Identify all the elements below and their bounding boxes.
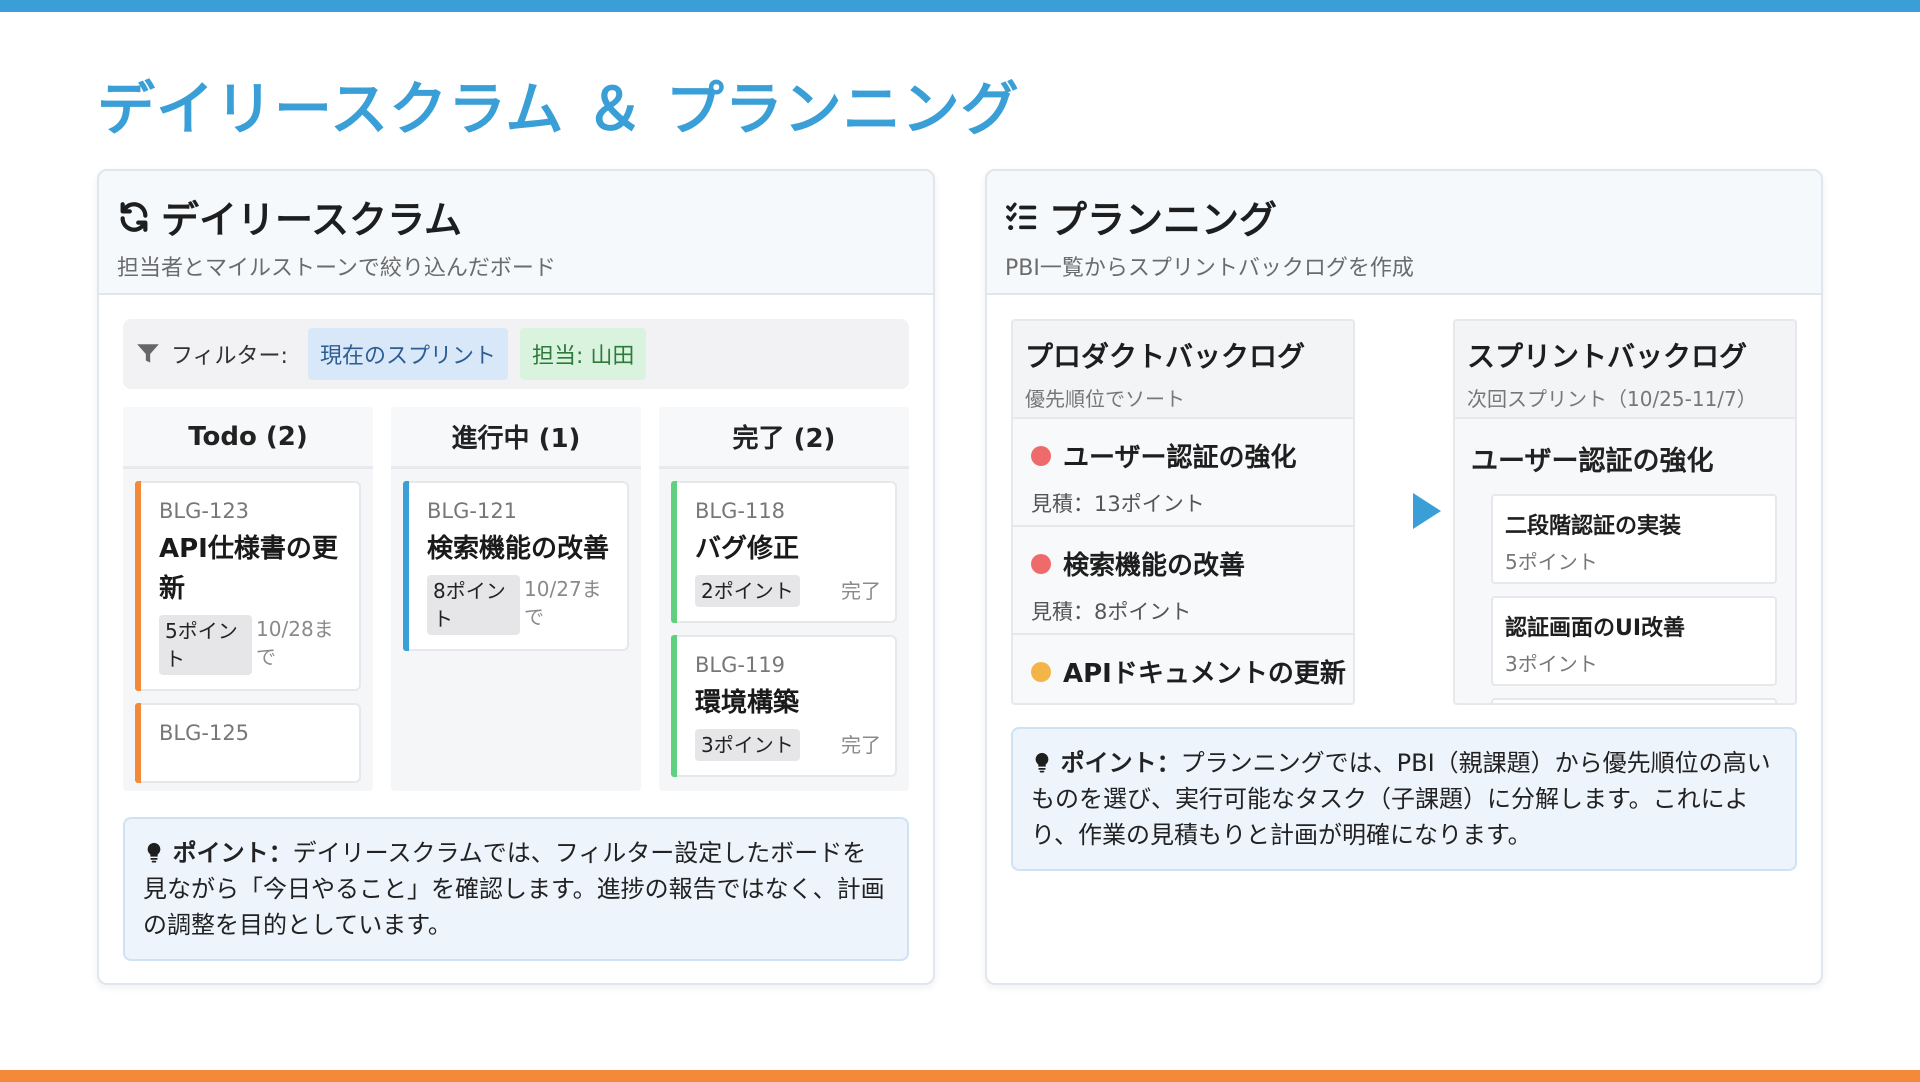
sync-icon (120, 201, 148, 232)
play-arrow-icon (1413, 493, 1441, 529)
kanban-card[interactable]: BLG-125 (135, 703, 361, 783)
bottom-accent-bar (0, 1070, 1920, 1082)
backlog-item[interactable]: 検索機能の改善 見積：8ポイント (1013, 527, 1353, 635)
priority-high-icon (1031, 445, 1051, 466)
product-backlog-title: プロダクトバックログ (1025, 340, 1306, 373)
backlog-item-estimate: 見積：8ポイント (1031, 600, 1192, 624)
filter-icon (137, 344, 159, 363)
filter-label: フィルター: (171, 344, 288, 369)
sprint-parent-item: ユーザー認証の強化 (1471, 446, 1714, 477)
card-title: 環境構築 (695, 688, 800, 718)
column-done: 完了 (2) BLG-118 バグ修正 2ポイント 完了 BLG-119 環境構… (659, 407, 909, 791)
lightbulb-icon (147, 842, 161, 863)
filter-bar: フィルター: 現在のスプリント 担当: 山田 (123, 319, 909, 389)
planning-subtitle: PBI一覧からスプリントバックログを作成 (1005, 256, 1414, 281)
card-id: BLG-119 (695, 653, 786, 677)
sprint-child-task[interactable]: 認証画面のUI改善 3ポイント (1491, 596, 1777, 686)
task-title: 二段階認証の実装 (1505, 514, 1682, 539)
backlog-item-title: APIドキュメントの更新 (1063, 659, 1346, 689)
filter-chip-current-sprint[interactable]: 現在のスプリント (307, 328, 508, 380)
planning-header: プランニング PBI一覧からスプリントバックログを作成 (987, 171, 1821, 295)
card-title: API仕様書の更新 (159, 534, 338, 604)
backlog-item-title: 検索機能の改善 (1063, 551, 1246, 581)
card-id: BLG-118 (695, 499, 786, 523)
planning-title: プランニング (1049, 198, 1278, 242)
priority-medium-icon (1031, 661, 1051, 682)
planning-panel: プランニング PBI一覧からスプリントバックログを作成 プロダクトバックログ 優… (985, 169, 1823, 985)
card-id: BLG-125 (159, 721, 250, 745)
daily-scrum-title: デイリースクラム (161, 198, 462, 242)
task-title: 認証画面のUI改善 (1505, 616, 1686, 641)
kanban-card[interactable]: BLG-119 環境構築 3ポイント 完了 (671, 635, 897, 777)
card-title: バグ修正 (695, 534, 800, 564)
top-accent-bar (0, 0, 1920, 12)
daily-scrum-subtitle: 担当者とマイルストーンで絞り込んだボード (117, 256, 556, 281)
sprint-backlog-title: スプリントバックログ (1467, 340, 1748, 373)
column-header: 完了 (2) (659, 407, 909, 469)
sprint-child-task[interactable] (1491, 698, 1777, 703)
points-badge: 2ポイント (695, 575, 800, 607)
tip-label: ポイント： (172, 839, 293, 867)
points-badge: 8ポイント (427, 575, 521, 635)
sprint-child-task[interactable]: 二段階認証の実装 5ポイント (1491, 494, 1777, 584)
priority-high-icon (1031, 553, 1051, 574)
backlog-item-title: ユーザー認証の強化 (1063, 443, 1297, 473)
status-label: 完了 (841, 733, 881, 757)
card-title: 検索機能の改善 (427, 534, 610, 564)
daily-scrum-header: デイリースクラム 担当者とマイルストーンで絞り込んだボード (99, 171, 933, 295)
checklist-icon (1006, 202, 1037, 230)
column-header: 進行中 (1) (391, 407, 641, 469)
due-date: 10/27まで (524, 577, 602, 629)
planning-tip: ポイント：プランニングでは、PBI（親課題）から優先順位の高いものを選び、実行可… (1011, 727, 1797, 871)
backlog-item-estimate: 見積：13ポイント (1031, 492, 1205, 516)
column-in-progress: 進行中 (1) BLG-121 検索機能の改善 8ポイント 10/27まで (391, 407, 641, 791)
daily-scrum-tip: ポイント：デイリースクラムでは、フィルター設定したボードを見ながら「今日やること… (123, 817, 909, 961)
product-backlog: プロダクトバックログ 優先順位でソート ユーザー認証の強化 見積：13ポイント … (1011, 319, 1355, 705)
column-todo: Todo (2) BLG-123 API仕様書の更新 5ポイント 10/28まで… (123, 407, 373, 791)
backlog-item[interactable]: APIドキュメントの更新 (1013, 635, 1353, 703)
points-badge: 3ポイント (695, 729, 800, 761)
sprint-backlog: スプリントバックログ 次回スプリント（10/25-11/7） ユーザー認証の強化… (1453, 319, 1797, 705)
backlog-item[interactable]: ユーザー認証の強化 見積：13ポイント (1013, 419, 1353, 527)
task-points: 5ポイント (1505, 550, 1598, 574)
lightbulb-icon (1035, 752, 1049, 773)
product-backlog-subtitle: 優先順位でソート (1025, 387, 1185, 411)
sprint-backlog-subtitle: 次回スプリント（10/25-11/7） (1467, 387, 1757, 411)
daily-scrum-panel: デイリースクラム 担当者とマイルストーンで絞り込んだボード フィルター: 現在の… (97, 169, 935, 985)
card-id: BLG-121 (427, 499, 518, 523)
task-points: 3ポイント (1505, 652, 1598, 676)
due-date: 10/28まで (256, 617, 334, 669)
kanban-card[interactable]: BLG-121 検索機能の改善 8ポイント 10/27まで (403, 481, 629, 651)
kanban-board: Todo (2) BLG-123 API仕様書の更新 5ポイント 10/28まで… (123, 407, 909, 791)
kanban-card[interactable]: BLG-118 バグ修正 2ポイント 完了 (671, 481, 897, 623)
filter-chip-assignee[interactable]: 担当: 山田 (520, 328, 647, 380)
column-header: Todo (2) (123, 407, 373, 469)
kanban-card[interactable]: BLG-123 API仕様書の更新 5ポイント 10/28まで (135, 481, 361, 691)
tip-label: ポイント： (1060, 749, 1181, 777)
card-id: BLG-123 (159, 499, 250, 523)
status-label: 完了 (841, 579, 881, 603)
page-title: デイリースクラム ＆ プランニング (97, 75, 1020, 143)
points-badge: 5ポイント (159, 615, 253, 675)
